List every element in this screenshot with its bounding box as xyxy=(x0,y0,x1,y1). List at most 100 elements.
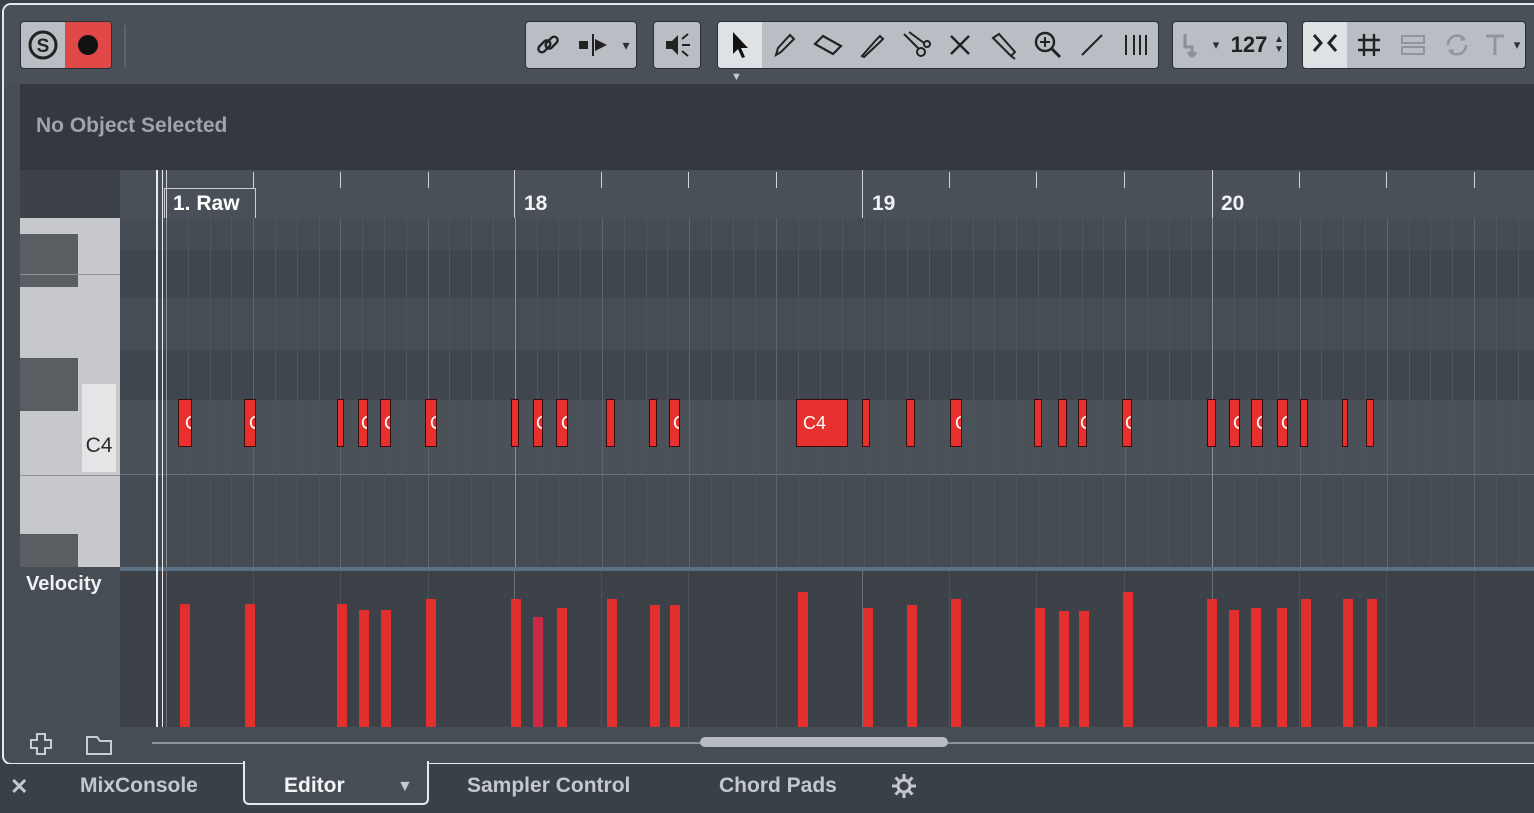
velocity-bar[interactable] xyxy=(511,599,521,727)
left-locator-line[interactable] xyxy=(156,170,158,727)
midi-note[interactable] xyxy=(1058,399,1067,447)
velocity-bar[interactable] xyxy=(650,605,660,727)
draw-tool[interactable] xyxy=(762,22,806,68)
midi-note[interactable]: C xyxy=(669,399,680,447)
note-grid[interactable]: CCCCCCCCC4CCCCCC xyxy=(120,218,1534,567)
link-button[interactable] xyxy=(526,22,570,68)
midi-note[interactable] xyxy=(1207,399,1216,447)
controller-lane-header[interactable]: Velocity xyxy=(20,567,120,727)
midi-note[interactable]: C xyxy=(358,399,368,447)
tab-editor[interactable]: Editor xyxy=(284,774,345,798)
midi-note-selected[interactable]: C4 xyxy=(796,399,848,447)
midi-note[interactable]: C xyxy=(425,399,437,447)
tab-sampler-control[interactable]: Sampler Control xyxy=(467,774,630,798)
velocity-bar[interactable] xyxy=(245,604,255,727)
midi-note[interactable]: C xyxy=(533,399,543,447)
horizontal-scrollbar[interactable] xyxy=(700,737,948,747)
midi-note[interactable]: C xyxy=(556,399,568,447)
midi-note[interactable]: C xyxy=(1122,399,1132,447)
acoustic-feedback-button[interactable] xyxy=(654,22,700,68)
velocity-bar[interactable] xyxy=(1035,608,1045,727)
project-cursor[interactable] xyxy=(162,170,163,727)
midi-note[interactable] xyxy=(1300,399,1308,447)
zoom-tool[interactable] xyxy=(1026,22,1070,68)
velocity-bar[interactable] xyxy=(1123,592,1133,727)
velocity-bar[interactable] xyxy=(907,605,917,727)
midi-note[interactable] xyxy=(862,399,870,447)
velocity-bar[interactable] xyxy=(1367,599,1377,727)
line-tool[interactable] xyxy=(1070,22,1114,68)
velocity-bar[interactable] xyxy=(1207,599,1217,727)
velocity-bar[interactable] xyxy=(533,617,543,727)
midi-note[interactable] xyxy=(606,399,615,447)
midi-note[interactable]: C xyxy=(1251,399,1263,447)
velocity-bar[interactable] xyxy=(557,608,567,727)
velocity-bar[interactable] xyxy=(426,599,436,727)
cycle-button[interactable] xyxy=(1435,22,1479,68)
midi-note[interactable]: C xyxy=(244,399,256,447)
close-icon[interactable]: ✕ xyxy=(10,774,28,800)
velocity-bar[interactable] xyxy=(337,604,347,727)
midi-note[interactable] xyxy=(511,399,519,447)
glue-tool[interactable] xyxy=(982,22,1026,68)
solo-button[interactable]: S xyxy=(21,22,65,68)
iterative-quantize-button[interactable] xyxy=(1391,22,1435,68)
midi-note[interactable] xyxy=(906,399,915,447)
velocity-bar[interactable] xyxy=(1059,611,1069,727)
insert-velocity-value[interactable]: 127 xyxy=(1227,22,1271,68)
velocity-bar[interactable] xyxy=(180,604,190,727)
stepper-down-icon[interactable]: ▼ xyxy=(1274,45,1284,55)
velocity-bar[interactable] xyxy=(1301,599,1311,727)
quantize-preset-button[interactable] xyxy=(1479,22,1511,68)
velocity-bar[interactable] xyxy=(1229,610,1239,727)
velocity-bar[interactable] xyxy=(1079,611,1089,727)
velocity-bar[interactable] xyxy=(670,605,680,727)
auto-scroll-button[interactable] xyxy=(572,22,616,68)
split-tool[interactable] xyxy=(894,22,938,68)
erase-tool[interactable] xyxy=(806,22,850,68)
tab-chord-pads[interactable]: Chord Pads xyxy=(719,774,837,798)
velocity-bar[interactable] xyxy=(1343,599,1353,727)
controller-lane-preset-button[interactable] xyxy=(84,733,114,762)
velocity-bar[interactable] xyxy=(607,599,617,727)
record-button[interactable] xyxy=(65,22,111,68)
midi-note[interactable] xyxy=(1034,399,1042,447)
snap-button[interactable] xyxy=(1303,22,1347,68)
velocity-bar[interactable] xyxy=(798,592,808,727)
key-c4[interactable]: C4 xyxy=(82,384,116,472)
gear-icon[interactable] xyxy=(890,772,918,806)
black-key[interactable] xyxy=(20,234,78,287)
black-key[interactable] xyxy=(20,358,78,411)
midi-note[interactable] xyxy=(1342,399,1348,447)
editor-tab-dropdown-icon[interactable]: ▼ xyxy=(397,778,413,796)
mute-tool[interactable] xyxy=(938,22,982,68)
velocity-lane[interactable] xyxy=(120,571,1534,727)
midi-note[interactable]: C xyxy=(1277,399,1288,447)
piano-keyboard[interactable]: C4 xyxy=(20,218,120,567)
midi-note[interactable]: C xyxy=(178,399,192,447)
trim-tool[interactable] xyxy=(850,22,894,68)
velocity-dropdown-icon[interactable]: ▾ xyxy=(1207,22,1225,68)
velocity-bar[interactable] xyxy=(863,608,873,727)
midi-note[interactable] xyxy=(337,399,344,447)
auto-scroll-dropdown-icon[interactable]: ▾ xyxy=(616,22,636,68)
midi-note[interactable]: C xyxy=(1078,399,1087,447)
object-selection-tool[interactable] xyxy=(718,22,762,68)
velocity-bar[interactable] xyxy=(951,599,961,727)
midi-note[interactable]: C xyxy=(1229,399,1240,447)
drumstick-tool[interactable] xyxy=(1114,22,1158,68)
add-controller-lane-button[interactable] xyxy=(28,731,54,762)
black-key[interactable] xyxy=(20,534,78,567)
quantize-dropdown-icon[interactable]: ▾ xyxy=(1509,22,1525,68)
midi-note[interactable]: C xyxy=(380,399,391,447)
velocity-stepper[interactable]: ▲ ▼ xyxy=(1271,22,1287,68)
velocity-bar[interactable] xyxy=(1277,608,1287,727)
velocity-bar[interactable] xyxy=(1251,608,1261,727)
midi-note[interactable]: C xyxy=(950,399,962,447)
midi-note[interactable] xyxy=(1366,399,1374,447)
ruler[interactable]: 1. Raw 18 19 20 xyxy=(120,170,1534,218)
midi-note[interactable] xyxy=(649,399,657,447)
velocity-bar[interactable] xyxy=(359,610,369,727)
tab-mixconsole[interactable]: MixConsole xyxy=(80,774,198,798)
velocity-bar[interactable] xyxy=(381,610,391,727)
